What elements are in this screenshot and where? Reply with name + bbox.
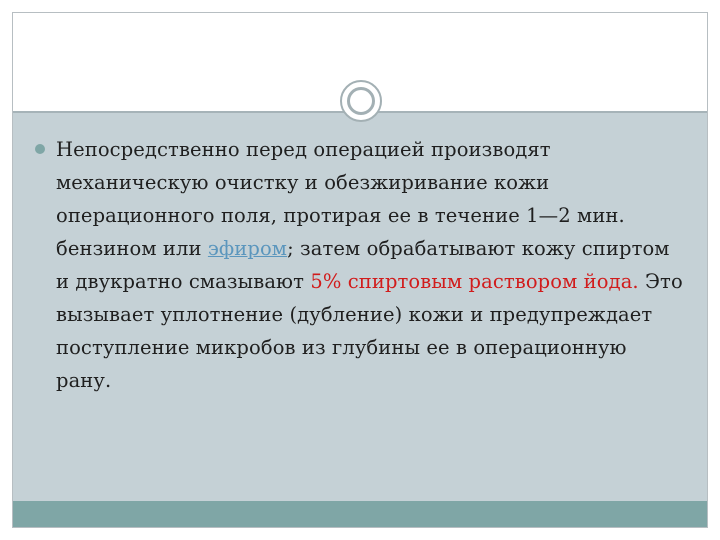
footer-bar bbox=[13, 501, 707, 527]
ring-ornament-icon bbox=[340, 80, 382, 122]
bullet-text: Непосредственно перед операцией производ… bbox=[56, 133, 685, 397]
bullet-dot-icon bbox=[35, 144, 45, 154]
ring-inner bbox=[347, 87, 375, 115]
iodine-highlight: 5% спиртовым раствором йода. bbox=[310, 270, 639, 293]
ether-link[interactable]: эфиром bbox=[208, 237, 287, 260]
bullet-item: Непосредственно перед операцией производ… bbox=[35, 133, 685, 397]
slide: Непосредственно перед операцией производ… bbox=[12, 12, 708, 528]
